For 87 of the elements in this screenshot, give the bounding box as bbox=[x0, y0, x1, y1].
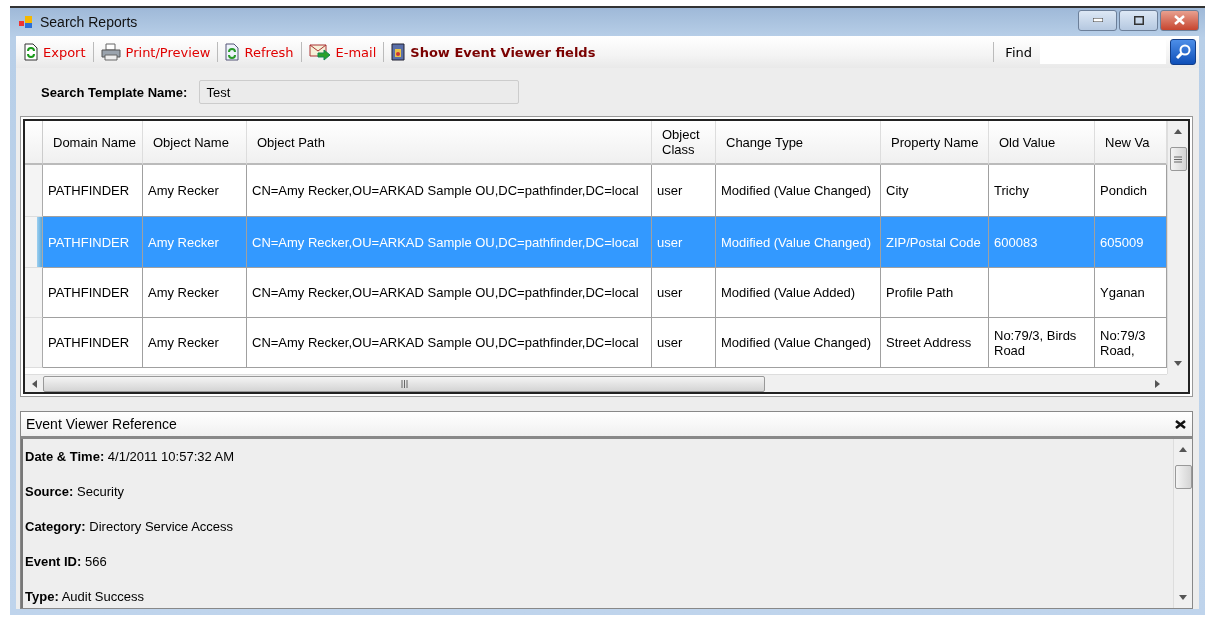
document-refresh-icon bbox=[24, 43, 38, 61]
grip-icon bbox=[400, 379, 408, 388]
close-icon[interactable] bbox=[1175, 419, 1186, 429]
scroll-right-icon bbox=[1155, 379, 1161, 388]
scroll-left-icon bbox=[31, 379, 37, 388]
event-detail-text: Date & Time: 4/1/2011 10:57:32 AM bbox=[25, 449, 236, 464]
table-cell: CN=Amy Recker,OU=ARKAD Sample OU,DC=pathfinder,DC=local bbox=[247, 165, 652, 217]
table-cell: No:79/3, Birds Road bbox=[989, 318, 1095, 368]
envelope-arrow-icon bbox=[308, 43, 331, 61]
row-header[interactable] bbox=[25, 318, 43, 368]
event-detail-text: Source: Security bbox=[25, 484, 125, 499]
table-cell: Yganan bbox=[1095, 268, 1167, 318]
scroll-down-icon[interactable] bbox=[1174, 361, 1182, 367]
horizontal-scrollbar[interactable] bbox=[25, 374, 1167, 392]
table-cell: 600083 bbox=[989, 217, 1095, 268]
document-refresh-icon bbox=[225, 43, 240, 61]
event-detail-text: Type: Audit Success bbox=[25, 589, 145, 604]
scroll-thumb[interactable] bbox=[1169, 147, 1187, 171]
template-name-label: Search Template Name: bbox=[41, 84, 188, 100]
scroll-up-icon[interactable] bbox=[1174, 128, 1182, 134]
column-header[interactable]: Property Name bbox=[881, 121, 989, 165]
search-button[interactable] bbox=[1170, 39, 1196, 65]
table-cell: PATHFINDER bbox=[43, 268, 143, 318]
table-cell: Trichy bbox=[989, 165, 1095, 217]
table-cell: PATHFINDER bbox=[43, 165, 143, 217]
table-cell: ZIP/Postal Code bbox=[881, 217, 989, 268]
minimize-icon bbox=[1092, 18, 1103, 22]
table-cell: Profile Path bbox=[881, 268, 989, 318]
header-corner bbox=[25, 121, 43, 165]
table-cell: No:79/3 Road, bbox=[1095, 318, 1167, 368]
table-cell: CN=Amy Recker,OU=ARKAD Sample OU,DC=pathfinder,DC=local bbox=[247, 318, 652, 368]
app-icon bbox=[18, 14, 34, 30]
find-label: Find bbox=[1004, 44, 1033, 60]
column-header[interactable]: Domain Name bbox=[43, 121, 143, 165]
panel-title: Event Viewer Reference bbox=[26, 416, 177, 432]
row-header[interactable] bbox=[25, 217, 43, 268]
table-cell: Amy Recker bbox=[143, 268, 247, 318]
table-cell: Modified (Value Changed) bbox=[716, 217, 881, 268]
template-name-field[interactable]: Test bbox=[199, 80, 520, 104]
close-button[interactable] bbox=[1160, 9, 1199, 31]
table-cell: Modified (Value Changed) bbox=[716, 318, 881, 368]
toolbar-button[interactable]: Export bbox=[20, 43, 90, 61]
close-icon bbox=[1174, 15, 1185, 25]
column-header[interactable]: Old Value bbox=[989, 121, 1095, 165]
column-header[interactable]: Object Class bbox=[652, 121, 716, 165]
table-cell: PATHFINDER bbox=[43, 217, 143, 268]
scroll-thumb[interactable] bbox=[1174, 465, 1192, 489]
table-cell: Modified (Value Changed) bbox=[716, 165, 881, 217]
column-header[interactable]: Change Type bbox=[716, 121, 881, 165]
row-header[interactable] bbox=[25, 268, 43, 318]
book-icon bbox=[391, 43, 406, 61]
table-cell: Amy Recker bbox=[143, 165, 247, 217]
printer-icon bbox=[100, 43, 121, 61]
table-cell: PATHFINDER bbox=[43, 318, 143, 368]
toolbar-button[interactable]: Show Event Viewer fields bbox=[387, 43, 600, 61]
event-detail-text: Category: Directory Service Access bbox=[25, 519, 235, 534]
table-cell: 605009 bbox=[1095, 217, 1167, 268]
window-title: Search Reports bbox=[40, 14, 138, 30]
table-cell: user bbox=[652, 165, 716, 217]
table-cell: CN=Amy Recker,OU=ARKAD Sample OU,DC=pathfinder,DC=local bbox=[247, 268, 652, 318]
toolbar-button[interactable]: Print/Preview bbox=[96, 43, 215, 61]
column-header[interactable]: New Va bbox=[1095, 121, 1167, 165]
table-cell: CN=Amy Recker,OU=ARKAD Sample OU,DC=pathfinder,DC=local bbox=[247, 217, 652, 268]
table-cell: Amy Recker bbox=[143, 217, 247, 268]
grip-icon bbox=[1174, 155, 1182, 163]
maximize-icon bbox=[1133, 15, 1144, 25]
column-header[interactable]: Object Name bbox=[143, 121, 247, 165]
scroll-down-icon[interactable] bbox=[1179, 595, 1187, 601]
table-cell: Amy Recker bbox=[143, 318, 247, 368]
scroll-thumb[interactable] bbox=[43, 375, 765, 392]
column-header[interactable]: Object Path bbox=[247, 121, 652, 165]
table-cell: user bbox=[652, 318, 716, 368]
row-header[interactable] bbox=[25, 165, 43, 217]
table-cell: City bbox=[881, 165, 989, 217]
event-detail-text: Event ID: 566 bbox=[25, 554, 108, 569]
maximize-button[interactable] bbox=[1119, 9, 1158, 31]
table-cell: Modified (Value Added) bbox=[716, 268, 881, 318]
table-cell: Pondich bbox=[1095, 165, 1167, 217]
toolbar-button[interactable]: Refresh bbox=[221, 43, 298, 61]
search-icon bbox=[1174, 43, 1192, 61]
table-cell: user bbox=[652, 217, 716, 268]
table-cell: user bbox=[652, 268, 716, 318]
toolbar-button[interactable]: E-mail bbox=[304, 43, 381, 61]
scroll-up-icon[interactable] bbox=[1179, 446, 1187, 452]
table-cell: Street Address bbox=[881, 318, 989, 368]
vertical-scrollbar[interactable] bbox=[1167, 121, 1188, 374]
vertical-scrollbar[interactable] bbox=[1173, 439, 1192, 608]
